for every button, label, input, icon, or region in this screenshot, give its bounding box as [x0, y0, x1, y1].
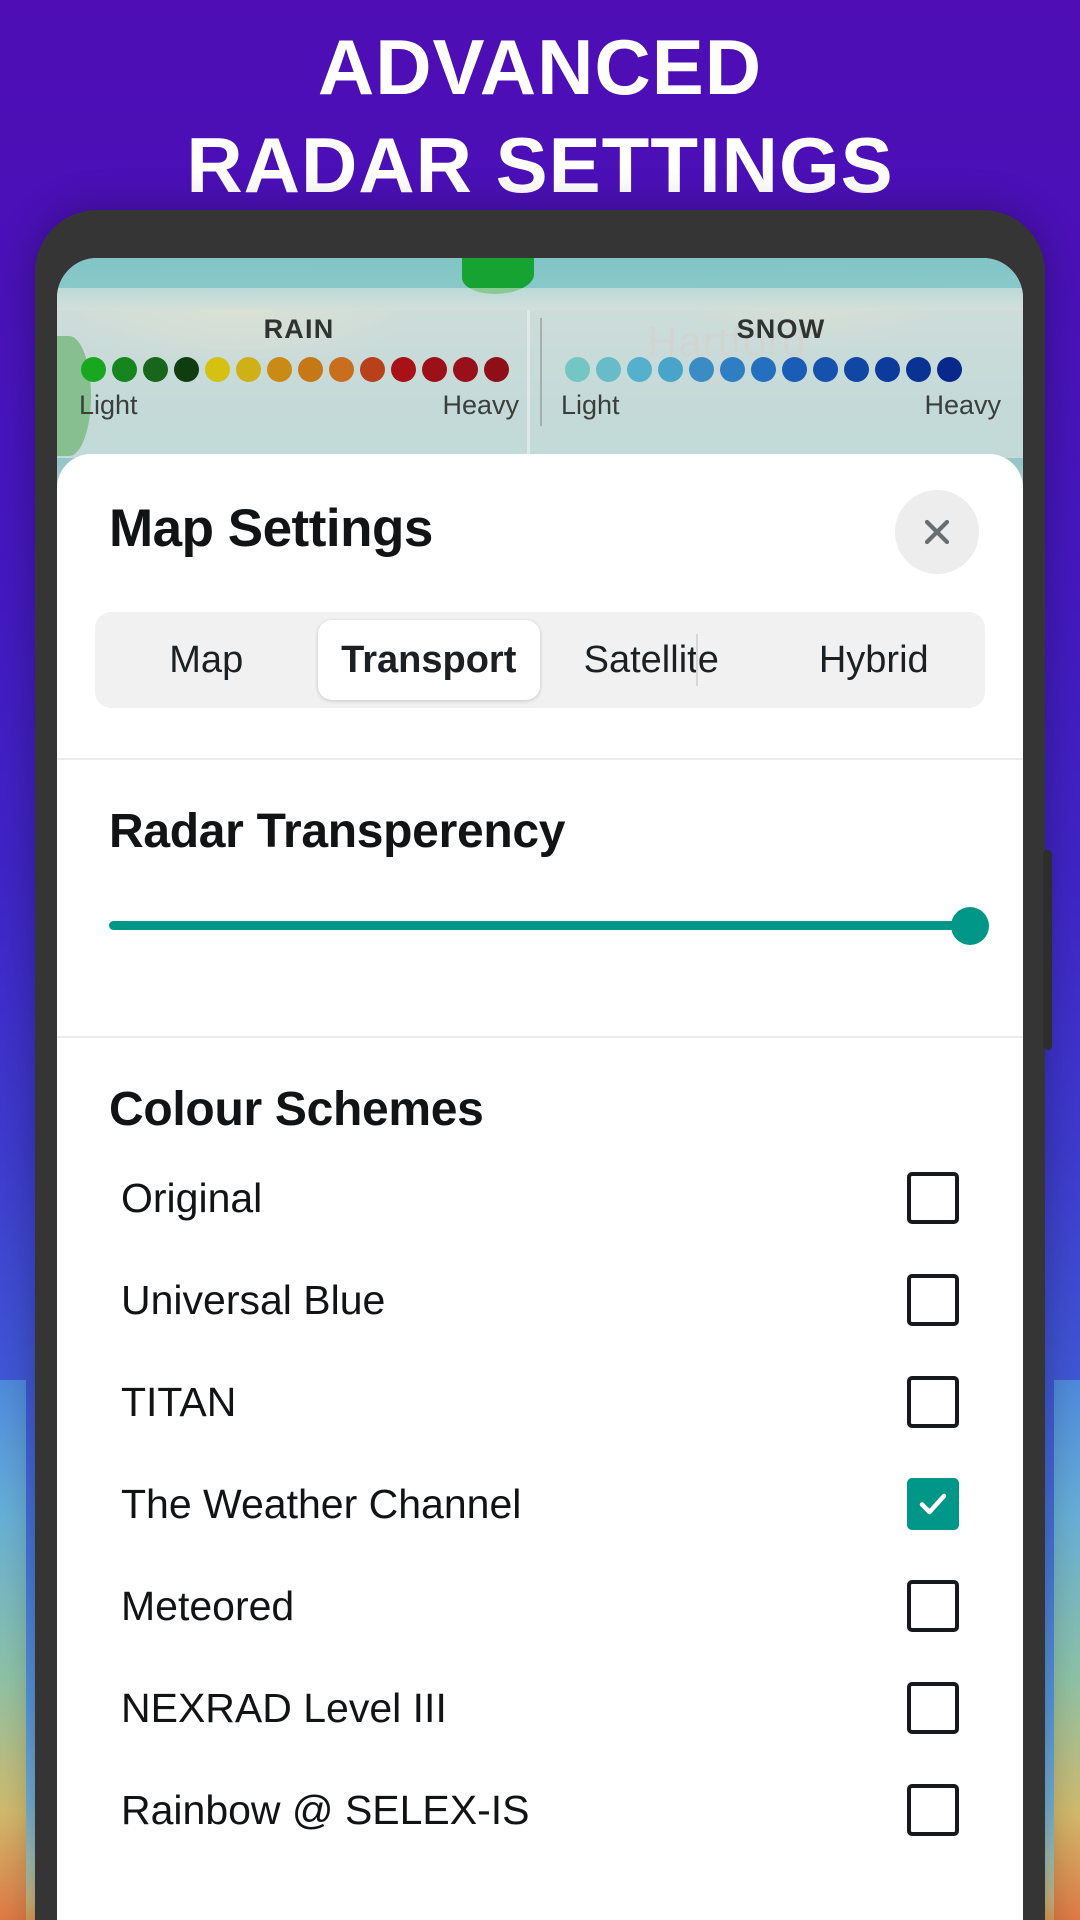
colour-scheme-row[interactable]: Original	[95, 1147, 985, 1249]
legend-dot-snow-3	[658, 357, 683, 382]
colour-scheme-row[interactable]: The Weather Channel	[95, 1453, 985, 1555]
colour-scheme-label: Rainbow @ SELEX-IS	[121, 1786, 530, 1833]
close-button[interactable]	[895, 490, 979, 574]
legend-dot-rain-4	[205, 357, 230, 382]
legend-dot-rain-11	[422, 357, 447, 382]
legend-dot-snow-7	[782, 357, 807, 382]
legend-dot-rain-7	[298, 357, 323, 382]
headline-line-1: ADVANCED	[317, 23, 763, 111]
phone-power-button	[1043, 850, 1052, 1050]
legend-dot-rain-10	[391, 357, 416, 382]
map-settings-dialog: Map Settings Map Transport Satellite Hybrid…	[57, 454, 1023, 1920]
checkbox-unchecked-icon[interactable]	[907, 1376, 959, 1428]
legend-dot-rain-0	[81, 357, 106, 382]
colour-schemes-title: Colour Schemes	[109, 1083, 484, 1136]
view-mode-tabs: Map Transport Satellite Hybrid	[95, 612, 985, 708]
colour-scheme-row[interactable]: Meteored	[95, 1555, 985, 1657]
colour-scheme-label: Original	[121, 1174, 263, 1221]
colour-scheme-row[interactable]: Universal Blue	[95, 1249, 985, 1351]
tab-map[interactable]: Map	[95, 612, 318, 708]
legend-dot-rain-12	[453, 357, 478, 382]
legend-dots-rain	[69, 357, 529, 382]
legend-dot-snow-8	[813, 357, 838, 382]
colour-scheme-label: TITAN	[121, 1378, 237, 1425]
colour-schemes-section: Colour Schemes Original Universal Blue TIT…	[57, 1038, 1023, 1861]
transparency-section: Radar Transperency	[57, 760, 1023, 986]
transparency-slider[interactable]	[109, 906, 989, 945]
background-left-strip	[0, 1380, 26, 1920]
legend-dot-rain-8	[329, 357, 354, 382]
legend-dot-snow-0	[565, 357, 590, 382]
checkbox-unchecked-icon[interactable]	[907, 1682, 959, 1734]
headline-line-2: RADAR SETTINGS	[186, 121, 894, 210]
colour-scheme-row[interactable]: TITAN	[95, 1351, 985, 1453]
legend-dot-snow-9	[844, 357, 869, 382]
legend-dot-rain-6	[267, 357, 292, 382]
checkbox-unchecked-icon[interactable]	[907, 1784, 959, 1836]
legend-dot-snow-12	[937, 357, 962, 382]
checkbox-checked-icon[interactable]	[907, 1478, 959, 1530]
dialog-header: Map Settings	[57, 454, 1023, 612]
legend-dot-rain-5	[236, 357, 261, 382]
legend-group-snow: SNOW Light Heavy	[551, 288, 1011, 421]
legend-rain-low-label: Light	[79, 390, 138, 420]
legend-dot-snow-4	[689, 357, 714, 382]
legend-dot-snow-11	[906, 357, 931, 382]
phone-mockup: Hartford RAIN Light Heavy SNOW	[35, 210, 1052, 1920]
transparency-title: Radar Transperency	[109, 805, 566, 858]
legend-rain-high-label: Heavy	[442, 390, 519, 420]
legend-dot-snow-5	[720, 357, 745, 382]
transparency-slider-row	[95, 859, 989, 986]
checkbox-unchecked-icon[interactable]	[907, 1580, 959, 1632]
legend-title-snow: SNOW	[736, 314, 826, 344]
tab-satellite[interactable]: Satellite	[540, 612, 763, 708]
colour-scheme-row[interactable]: NEXRAD Level III	[95, 1657, 985, 1759]
legend-dot-rain-1	[112, 357, 137, 382]
tab-hybrid[interactable]: Hybrid	[763, 612, 986, 708]
view-mode-tabs-container: Map Transport Satellite Hybrid	[57, 612, 1023, 708]
legend-dot-snow-6	[751, 357, 776, 382]
checkbox-unchecked-icon[interactable]	[907, 1274, 959, 1326]
page-title: ADVANCED RADAR SETTINGS	[0, 18, 1080, 215]
colour-scheme-row[interactable]: Rainbow @ SELEX-IS	[95, 1759, 985, 1861]
legend-title-rain: RAIN	[263, 314, 335, 344]
tab-divider	[695, 634, 698, 686]
checkbox-unchecked-icon[interactable]	[907, 1172, 959, 1224]
legend-snow-low-label: Light	[561, 390, 620, 420]
legend-group-rain: RAIN Light Heavy	[69, 288, 529, 421]
close-icon	[917, 512, 957, 552]
radar-legend: RAIN Light Heavy SNOW Light Heavy	[57, 288, 1023, 458]
legend-dot-snow-10	[875, 357, 900, 382]
legend-dot-snow-2	[627, 357, 652, 382]
transparency-slider-thumb[interactable]	[951, 906, 989, 945]
legend-dots-snow	[551, 357, 1011, 382]
background-right-strip	[1054, 1380, 1080, 1920]
phone-screen: Hartford RAIN Light Heavy SNOW	[57, 258, 1023, 1920]
colour-scheme-label: Universal Blue	[121, 1276, 386, 1323]
colour-scheme-label: The Weather Channel	[121, 1480, 522, 1527]
dialog-title: Map Settings	[109, 499, 433, 558]
colour-scheme-label: Meteored	[121, 1582, 295, 1629]
colour-schemes-list: Original Universal Blue TITAN The Weather C…	[95, 1147, 985, 1861]
legend-dot-rain-2	[143, 357, 168, 382]
legend-dot-rain-9	[360, 357, 385, 382]
legend-snow-high-label: Heavy	[924, 390, 1001, 420]
legend-dot-rain-13	[484, 357, 509, 382]
legend-dot-rain-3	[174, 357, 199, 382]
tab-transport[interactable]: Transport	[317, 620, 540, 700]
legend-divider	[540, 318, 542, 426]
colour-scheme-label: NEXRAD Level III	[121, 1684, 447, 1731]
legend-dot-snow-1	[596, 357, 621, 382]
